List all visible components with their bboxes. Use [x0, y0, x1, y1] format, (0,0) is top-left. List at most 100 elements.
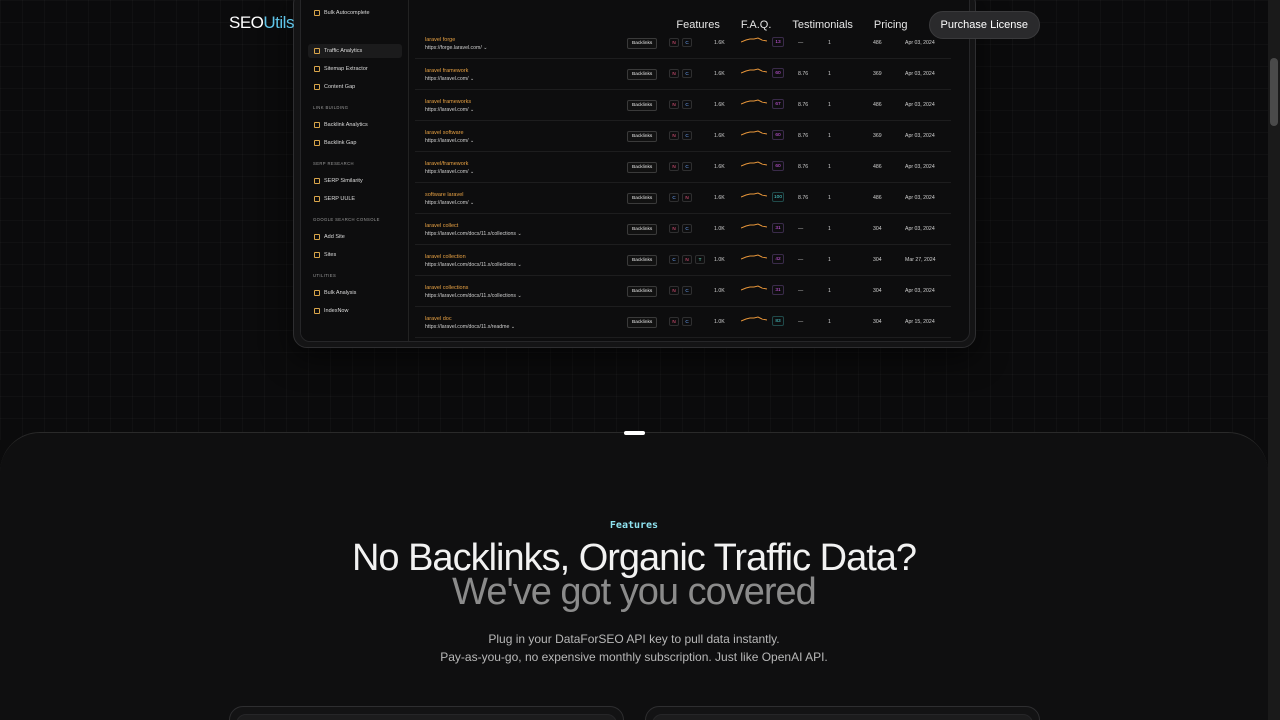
- nav-links: Features F.A.Q. Testimonials Pricing Pur…: [676, 11, 1040, 39]
- position-value: 1: [828, 257, 831, 263]
- document-icon: [314, 84, 320, 90]
- intent-badge: N: [669, 224, 679, 233]
- url-text: https://laravel.com/: [425, 138, 469, 144]
- url-text: https://laravel.com/docs/11.x/collection…: [425, 231, 517, 237]
- cpc-value: —: [798, 288, 804, 294]
- cpc-value: —: [798, 319, 804, 325]
- search-volume: 1.0K: [714, 319, 725, 325]
- keyword-url[interactable]: https://laravel.com/ ⌄: [425, 76, 474, 82]
- intent-badges: NC: [669, 69, 695, 78]
- table-row[interactable]: software laravel https://laravel.com/ ⌄ Ba…: [415, 183, 951, 214]
- results-value: 486: [873, 164, 882, 170]
- updated-date: Apr 15, 2024: [905, 319, 935, 325]
- keyword-difficulty-badge: 60: [772, 161, 784, 171]
- cpc-value: 8.76: [798, 195, 809, 201]
- backlinks-button[interactable]: Backlinks: [627, 131, 658, 142]
- table-row[interactable]: laravel framework https://laravel.com/ ⌄ B…: [415, 59, 951, 90]
- sidebar-item-label: Content Gap: [324, 84, 356, 90]
- app-preview-frame: Bulk Autocomplete Traffic Analytics Site…: [293, 0, 976, 348]
- scrollbar-thumb[interactable]: [1270, 58, 1278, 126]
- keyword[interactable]: laravel software: [425, 130, 464, 136]
- link-icon: [314, 122, 320, 128]
- backlinks-button[interactable]: Backlinks: [627, 224, 658, 235]
- sidebar-heading: SERP RESEARCH: [313, 161, 354, 166]
- keyword-url[interactable]: https://laravel.com/ ⌄: [425, 169, 474, 175]
- sidebar-item-serp-uule: SERP UULE: [308, 192, 402, 206]
- gap-icon: [314, 140, 320, 146]
- keyword[interactable]: software laravel: [425, 192, 464, 198]
- intent-badges: CN: [669, 193, 695, 202]
- nav-link-testimonials[interactable]: Testimonials: [792, 19, 853, 31]
- keyword-difficulty-badge: 100: [772, 192, 784, 202]
- sidebar-item-label: Add Site: [324, 234, 345, 240]
- backlinks-button[interactable]: Backlinks: [627, 193, 658, 204]
- position-value: 1: [828, 164, 831, 170]
- keyword-url[interactable]: https://laravel.com/docs/11.x/collection…: [425, 293, 522, 299]
- table-row[interactable]: laravel software https://laravel.com/ ⌄ Ba…: [415, 121, 951, 152]
- keyword-url[interactable]: https://laravel.com/docs/11.x/collection…: [425, 262, 522, 268]
- intent-badges: NC: [669, 131, 695, 140]
- updated-date: Apr 03, 2024: [905, 288, 935, 294]
- table-row[interactable]: laravel collections https://laravel.com/d…: [415, 276, 951, 307]
- sidebar-item-label: IndexNow: [324, 308, 349, 314]
- intent-badges: NC: [669, 100, 695, 109]
- sidebar-item-bulk-analysis: Bulk Analysis: [308, 286, 402, 300]
- keyword-url[interactable]: https://laravel.com/ ⌄: [425, 107, 474, 113]
- sidebar-item-add-site: Add Site: [308, 230, 402, 244]
- trend-sparkline: [741, 223, 767, 229]
- table-row[interactable]: laravel collection https://laravel.com/do…: [415, 245, 951, 276]
- trend-sparkline: [741, 130, 767, 136]
- keyword[interactable]: laravel framework: [425, 68, 468, 74]
- features-description-line-1: Plug in your DataForSEO API key to pull …: [488, 632, 780, 646]
- backlinks-button[interactable]: Backlinks: [627, 69, 658, 80]
- grid-icon: [314, 178, 320, 184]
- nav-link-pricing[interactable]: Pricing: [874, 19, 908, 31]
- url-text: https://laravel.com/: [425, 76, 469, 82]
- url-text: https://laravel.com/docs/11.x/collection…: [425, 262, 517, 268]
- nav-link-features[interactable]: Features: [676, 19, 719, 31]
- intent-badge: C: [682, 131, 692, 140]
- sidebar-item-sites: Sites: [308, 248, 402, 262]
- purchase-license-button[interactable]: Purchase License: [928, 11, 1040, 39]
- updated-date: Mar 27, 2024: [905, 257, 936, 263]
- intent-badge: N: [682, 193, 692, 202]
- keyword-difficulty-badge: 31: [772, 285, 784, 295]
- keyword[interactable]: laravel collection: [425, 254, 466, 260]
- keyword[interactable]: laravel/framework: [425, 161, 468, 167]
- updated-date: Apr 03, 2024: [905, 226, 935, 232]
- keyword-url[interactable]: https://laravel.com/ ⌄: [425, 138, 474, 144]
- intent-badges: NC: [669, 162, 695, 171]
- keyword[interactable]: laravel doc: [425, 316, 452, 322]
- chevron-down-icon: ⌄: [470, 138, 475, 144]
- book-icon: [314, 308, 320, 314]
- chevron-down-icon: ⌄: [517, 231, 522, 237]
- search-volume: 1.6K: [714, 133, 725, 139]
- keyword-url[interactable]: https://laravel.com/docs/11.x/collection…: [425, 231, 522, 237]
- nav-link-faq[interactable]: F.A.Q.: [741, 19, 772, 31]
- keyword-difficulty-badge: 83: [772, 316, 784, 326]
- backlinks-button[interactable]: Backlinks: [627, 255, 658, 266]
- keyword-url[interactable]: https://laravel.com/docs/11.x/readme ⌄: [425, 324, 515, 330]
- keyword[interactable]: laravel frameworks: [425, 99, 471, 105]
- sidebar-item-backlink-analytics: Backlink Analytics: [308, 118, 402, 132]
- logo[interactable]: SEOUtils: [229, 13, 294, 33]
- sidebar-item-sitemap-extractor: Sitemap Extractor: [308, 62, 402, 76]
- table-row[interactable]: laravel/framework https://laravel.com/ ⌄ B…: [415, 152, 951, 183]
- backlinks-button[interactable]: Backlinks: [627, 286, 658, 297]
- intent-badge: N: [669, 131, 679, 140]
- table-row[interactable]: laravel frameworks https://laravel.com/ ⌄…: [415, 90, 951, 121]
- intent-badge: C: [682, 162, 692, 171]
- intent-badge: C: [669, 193, 679, 202]
- keyword[interactable]: laravel collections: [425, 285, 468, 291]
- table-row[interactable]: laravel doc https://laravel.com/docs/11.x…: [415, 307, 951, 338]
- sidebar-item-label: Backlink Gap: [324, 140, 357, 146]
- keyword[interactable]: laravel collect: [425, 223, 458, 229]
- scrollbar[interactable]: [1268, 0, 1280, 720]
- backlinks-button[interactable]: Backlinks: [627, 317, 658, 328]
- backlinks-button[interactable]: Backlinks: [627, 100, 658, 111]
- backlinks-button[interactable]: Backlinks: [627, 162, 658, 173]
- sidebar-item-label: Sitemap Extractor: [324, 66, 368, 72]
- table-row[interactable]: laravel collect https://laravel.com/docs/…: [415, 214, 951, 245]
- keyword-url[interactable]: https://laravel.com/ ⌄: [425, 200, 474, 206]
- keyword-difficulty-badge: 60: [772, 130, 784, 140]
